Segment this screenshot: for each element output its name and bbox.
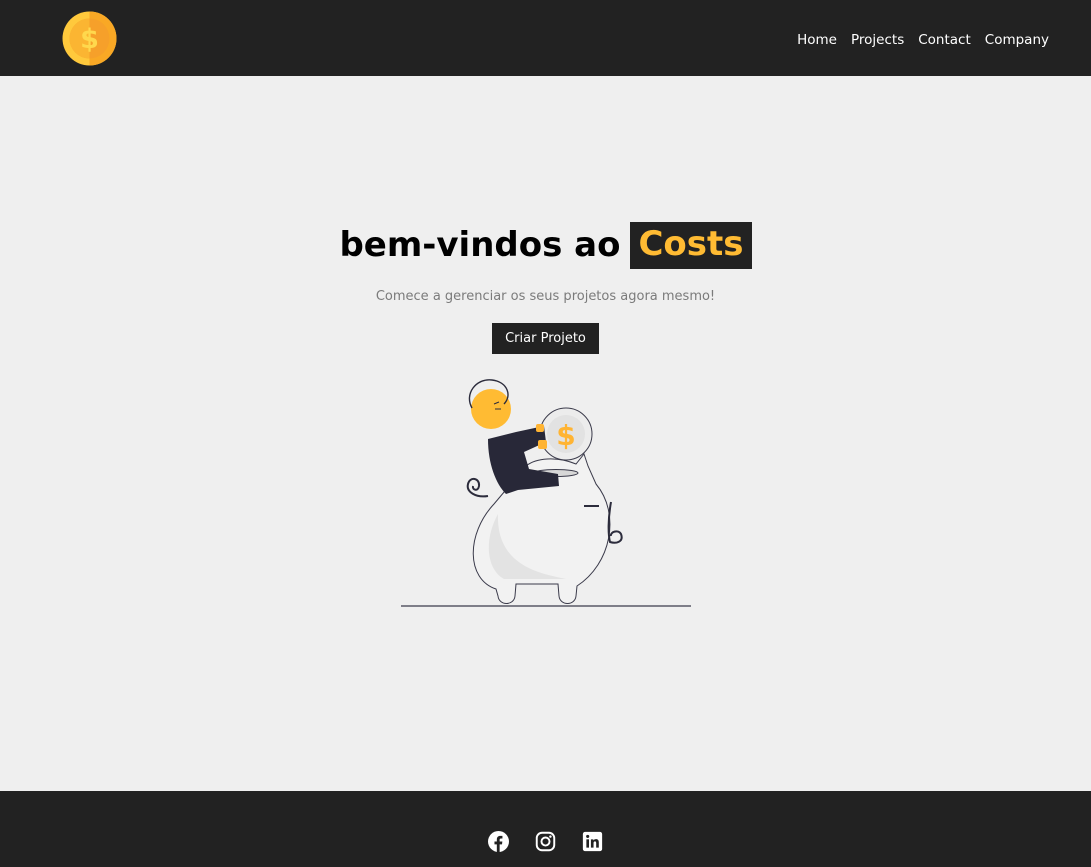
instagram-icon (535, 831, 556, 852)
nav-link-company[interactable]: Company (985, 32, 1049, 48)
facebook-link[interactable] (488, 831, 509, 852)
navbar: $ Home Projects Contact Company (0, 0, 1091, 76)
nav-link-contact[interactable]: Contact (918, 32, 971, 48)
piggy-bank-illustration: $ (400, 379, 691, 607)
hero-section: bem-vindos ao Costs Comece a gerenciar o… (0, 76, 1091, 791)
dollar-coin-icon: $ (62, 11, 117, 65)
logo-link[interactable]: $ (62, 11, 117, 66)
linkedin-link[interactable] (582, 831, 603, 852)
footer (0, 791, 1091, 867)
svg-text:$: $ (556, 419, 575, 452)
nav-link-projects[interactable]: Projects (851, 32, 904, 48)
title-brand: Costs (630, 222, 752, 269)
svg-text:$: $ (80, 24, 99, 55)
page-subtitle: Comece a gerenciar os seus projetos agor… (375, 288, 716, 304)
facebook-icon (488, 831, 509, 852)
create-project-button[interactable]: Criar Projeto (492, 322, 599, 354)
title-prefix: bem-vindos ao (339, 225, 621, 266)
instagram-link[interactable] (535, 831, 556, 852)
nav-menu: Home Projects Contact Company (797, 29, 1049, 48)
social-links (488, 831, 603, 852)
page-title: bem-vindos ao Costs (339, 222, 752, 269)
linkedin-icon (582, 831, 603, 852)
nav-link-home[interactable]: Home (797, 32, 837, 48)
